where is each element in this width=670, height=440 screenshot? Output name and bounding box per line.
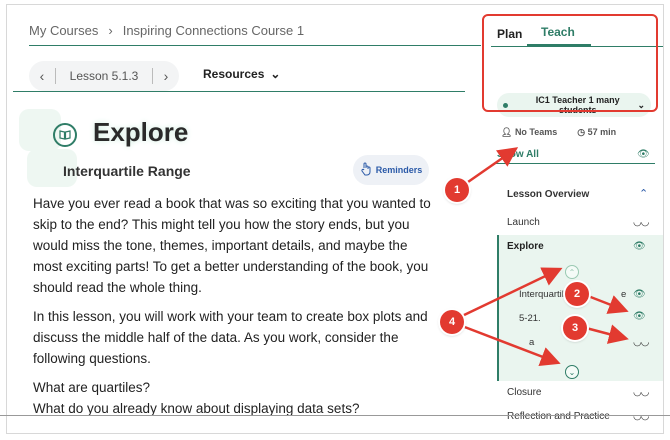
annotation-badge-2: 2 [565,282,589,306]
annotation-badge-4: 4 [440,310,464,334]
annotation-arrows [461,147,629,366]
annotation-badge-1: 1 [445,178,469,202]
annotation-badge-3: 3 [563,316,587,340]
